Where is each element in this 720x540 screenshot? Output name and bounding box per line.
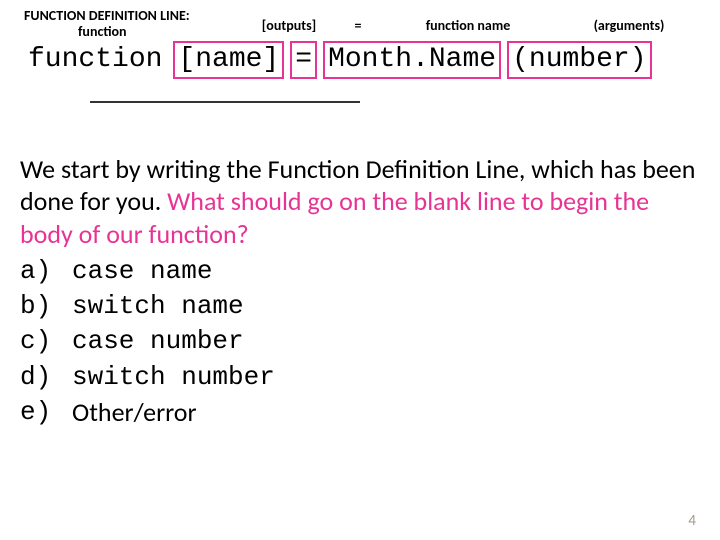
option-letter: a)	[20, 254, 72, 289]
header-labels: FUNCTION DEFINITION LINE: function [outp…	[20, 8, 700, 40]
option-letter: e)	[20, 395, 72, 430]
option-text: switch number	[72, 360, 275, 395]
option-letter: c)	[20, 324, 72, 359]
option-text: case name	[72, 254, 212, 289]
header-col-funcname: function name	[378, 8, 558, 40]
options-list: a) case name b) switch name c) case numb…	[20, 254, 700, 429]
option-b: b) switch name	[20, 289, 700, 324]
question-text: We start by writing the Function Definit…	[20, 153, 700, 251]
function-definition-line: function [name] = Month.Name (number)	[20, 41, 700, 79]
blank-underline	[90, 83, 360, 103]
option-a: a) case name	[20, 254, 700, 289]
code-outputs-box: [name]	[173, 41, 284, 79]
option-text: switch name	[72, 289, 244, 324]
header-col-outputs: [outputs]	[240, 8, 338, 40]
header-col-args: (arguments)	[558, 8, 700, 40]
header-title: FUNCTION DEFINITION LINE: function	[20, 8, 240, 40]
option-c: c) case number	[20, 324, 700, 359]
option-text: Other/error	[72, 395, 197, 430]
code-keyword: function	[20, 44, 170, 75]
option-e: e) Other/error	[20, 395, 700, 430]
code-equals-box: =	[290, 41, 317, 79]
header-title-line2: function	[24, 24, 240, 40]
option-text: case number	[72, 324, 244, 359]
option-letter: d)	[20, 360, 72, 395]
page-number: 4	[688, 512, 696, 530]
header-title-line1: FUNCTION DEFINITION LINE:	[24, 8, 240, 24]
code-args-box: (number)	[507, 41, 651, 79]
code-funcname-box: Month.Name	[323, 41, 501, 79]
option-letter: b)	[20, 289, 72, 324]
option-d: d) switch number	[20, 360, 700, 395]
header-col-equals: =	[338, 8, 378, 40]
